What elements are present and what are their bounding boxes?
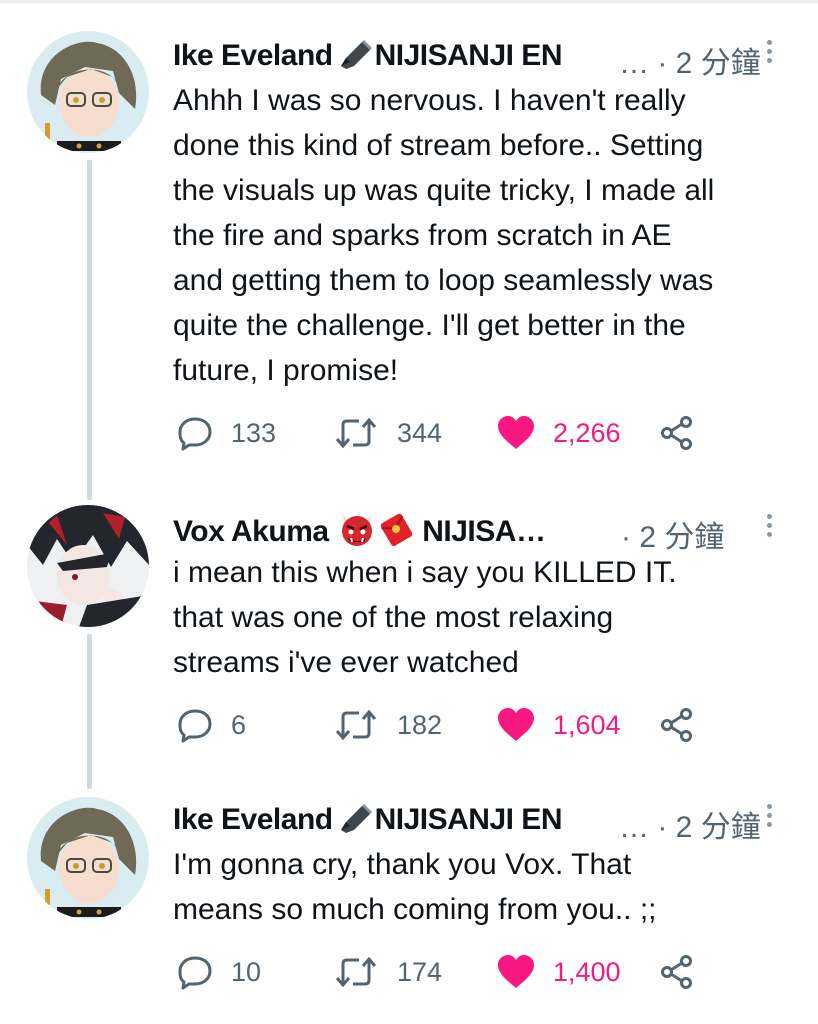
more-icon[interactable] xyxy=(759,36,779,76)
tweet-header: Vox Akuma NIJISA… · 2 分鐘 xyxy=(173,508,813,554)
reply-count: 10 xyxy=(231,956,262,987)
thread-connector-line xyxy=(87,634,92,789)
display-name[interactable]: Ike Eveland NIJISANJI EN xyxy=(173,802,562,842)
share-button[interactable] xyxy=(659,413,695,453)
heart-icon xyxy=(498,708,534,741)
top-divider xyxy=(0,0,818,3)
like-button[interactable]: 1,604 xyxy=(497,705,621,745)
avatar-ike[interactable] xyxy=(27,797,149,919)
like-count: 1,400 xyxy=(553,956,621,987)
red-envelope-emoji-icon xyxy=(378,512,414,554)
like-button[interactable]: 1,400 xyxy=(497,952,621,992)
reply-button[interactable]: 6 xyxy=(177,705,246,745)
like-button[interactable]: 2,266 xyxy=(497,413,621,453)
display-name[interactable]: Ike Eveland NIJISANJI EN xyxy=(173,38,562,78)
retweet-count: 174 xyxy=(397,956,443,987)
reply-icon xyxy=(178,956,212,990)
retweet-icon xyxy=(335,417,377,449)
fountain-pen-icon xyxy=(335,38,375,78)
reply-icon xyxy=(178,709,212,743)
retweet-icon xyxy=(335,956,377,988)
like-count: 2,266 xyxy=(553,417,621,448)
retweet-count: 182 xyxy=(397,709,443,740)
tweet-actions: 6 182 1,604 xyxy=(173,705,733,745)
tweet-header: Ike Eveland NIJISANJI EN … · 2 分鐘 xyxy=(173,34,813,80)
display-name[interactable]: Vox Akuma NIJISA… xyxy=(173,512,546,554)
tweet-header: Ike Eveland NIJISANJI EN … · 2 分鐘 xyxy=(173,798,813,844)
timestamp: · 2 分鐘 xyxy=(657,811,761,844)
more-icon[interactable] xyxy=(759,800,779,840)
name-ellipsis: … xyxy=(619,47,649,80)
share-icon xyxy=(661,708,692,742)
like-count: 1,604 xyxy=(553,709,621,740)
avatar-vox[interactable] xyxy=(27,505,149,627)
retweet-count: 344 xyxy=(397,417,443,448)
retweet-button[interactable]: 174 xyxy=(333,952,442,992)
thread-connector-line xyxy=(87,160,92,500)
tweet-text: Ahhh I was so nervous. I haven't really … xyxy=(173,84,715,387)
timestamp: · 2 分鐘 xyxy=(657,47,761,80)
timestamp-group[interactable]: … · 2 分鐘 xyxy=(619,802,761,846)
ogre-emoji-icon xyxy=(338,512,376,554)
share-icon xyxy=(661,416,692,450)
reply-button[interactable]: 133 xyxy=(177,413,276,453)
tweet-actions: 10 174 1,400 xyxy=(173,952,733,992)
timestamp-group[interactable]: … · 2 分鐘 xyxy=(619,38,761,82)
tweet-text: i mean this when i say you KILLED IT. th… xyxy=(173,556,677,679)
avatar-ike[interactable] xyxy=(27,31,149,153)
heart-icon xyxy=(498,955,534,988)
retweet-icon xyxy=(335,709,377,741)
reply-button[interactable]: 10 xyxy=(177,952,261,992)
fountain-pen-icon xyxy=(335,802,375,842)
name-ellipsis: … xyxy=(619,811,649,844)
tweet-text: I'm gonna cry, thank you Vox. That means… xyxy=(173,848,657,926)
heart-icon xyxy=(498,416,534,449)
retweet-button[interactable]: 182 xyxy=(333,705,442,745)
retweet-button[interactable]: 344 xyxy=(333,413,442,453)
reply-count: 6 xyxy=(231,709,247,740)
share-icon xyxy=(661,955,692,989)
share-button[interactable] xyxy=(659,952,695,992)
tweet-actions: 133 344 2,266 xyxy=(173,413,733,453)
reply-count: 133 xyxy=(231,417,277,448)
reply-icon xyxy=(178,417,212,451)
more-icon[interactable] xyxy=(759,510,779,550)
share-button[interactable] xyxy=(659,705,695,745)
